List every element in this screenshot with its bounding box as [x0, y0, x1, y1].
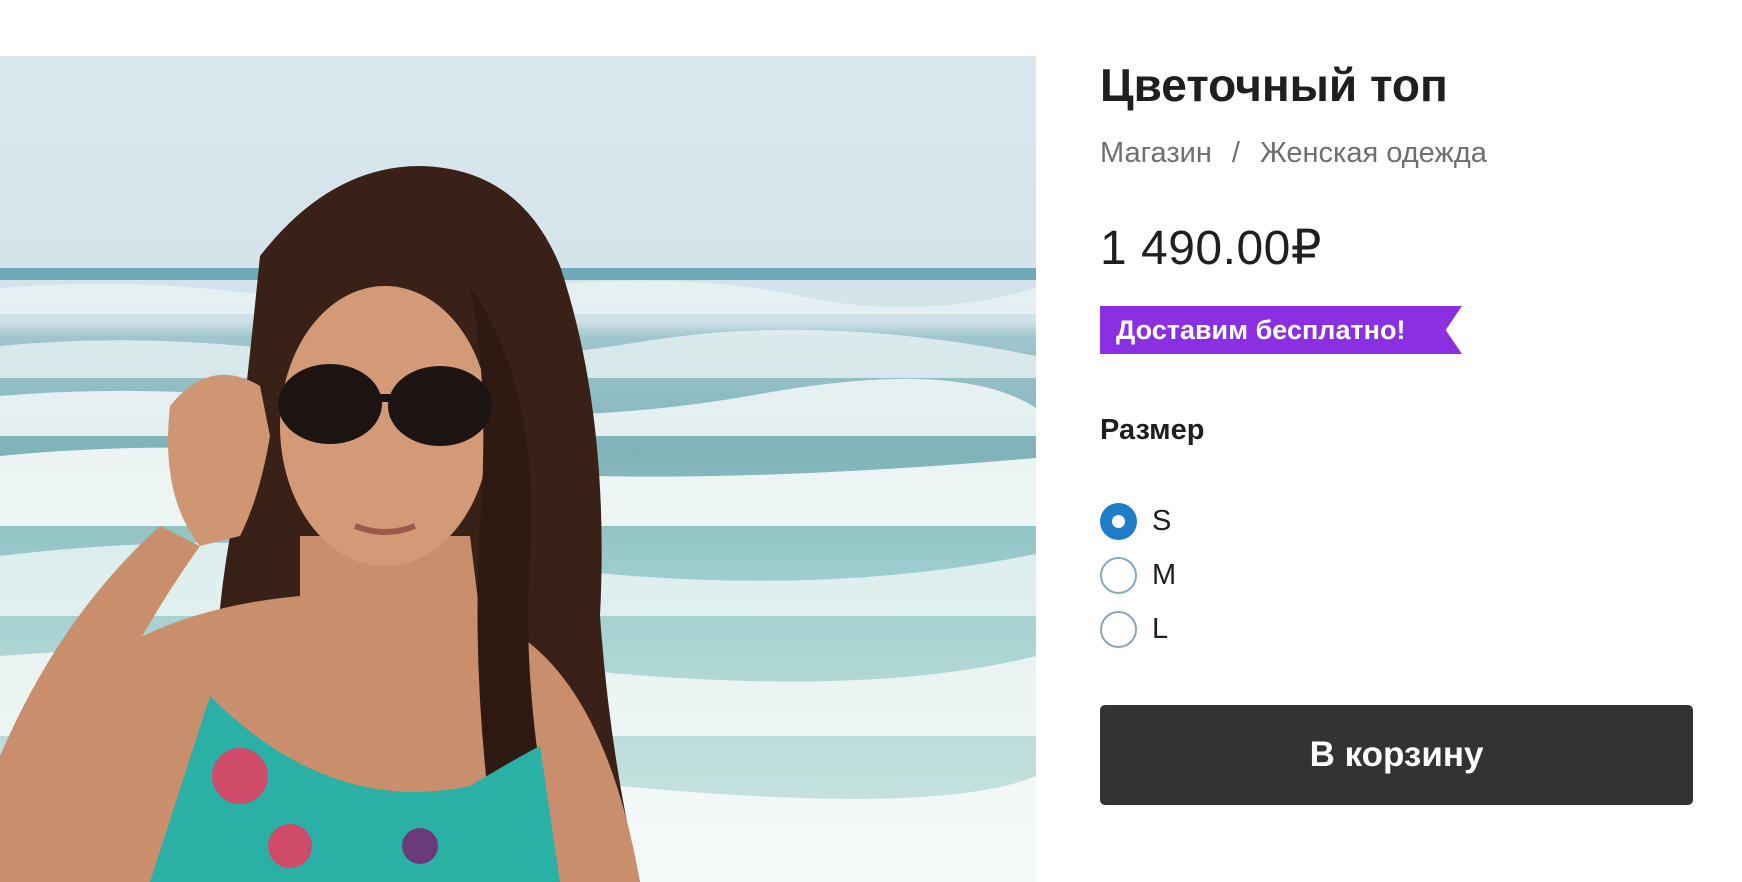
size-option-label: L: [1152, 612, 1169, 645]
size-radio-s[interactable]: [1100, 502, 1137, 540]
free-delivery-label: Доставим бесплатно!: [1116, 315, 1406, 345]
product-price: 1 490.00₽: [1100, 222, 1322, 275]
breadcrumb: Магазин / Женская одежда: [1100, 137, 1487, 170]
size-radio-l[interactable]: [1100, 610, 1137, 648]
size-option-l[interactable]: L: [1100, 609, 1168, 649]
breadcrumb-separator: /: [1231, 137, 1240, 169]
product-photo: [0, 56, 1036, 882]
size-radio-m[interactable]: [1100, 556, 1137, 594]
breadcrumb-item-womens-clothing[interactable]: Женская одежда: [1260, 137, 1487, 169]
size-label: Размер: [1100, 414, 1205, 446]
size-option-m[interactable]: M: [1100, 555, 1176, 595]
free-delivery-ribbon: Доставим бесплатно!: [1100, 306, 1462, 354]
size-option-label: S: [1152, 504, 1172, 537]
add-to-cart-button[interactable]: В корзину: [1100, 705, 1693, 805]
size-option-s[interactable]: S: [1100, 501, 1171, 541]
product-info: Цветочный топ Магазин / Женская одежда 1 4…: [1100, 0, 1694, 882]
size-option-label: M: [1152, 558, 1177, 591]
product-title: Цветочный топ: [1100, 59, 1448, 111]
breadcrumb-item-shop[interactable]: Магазин: [1100, 137, 1212, 169]
